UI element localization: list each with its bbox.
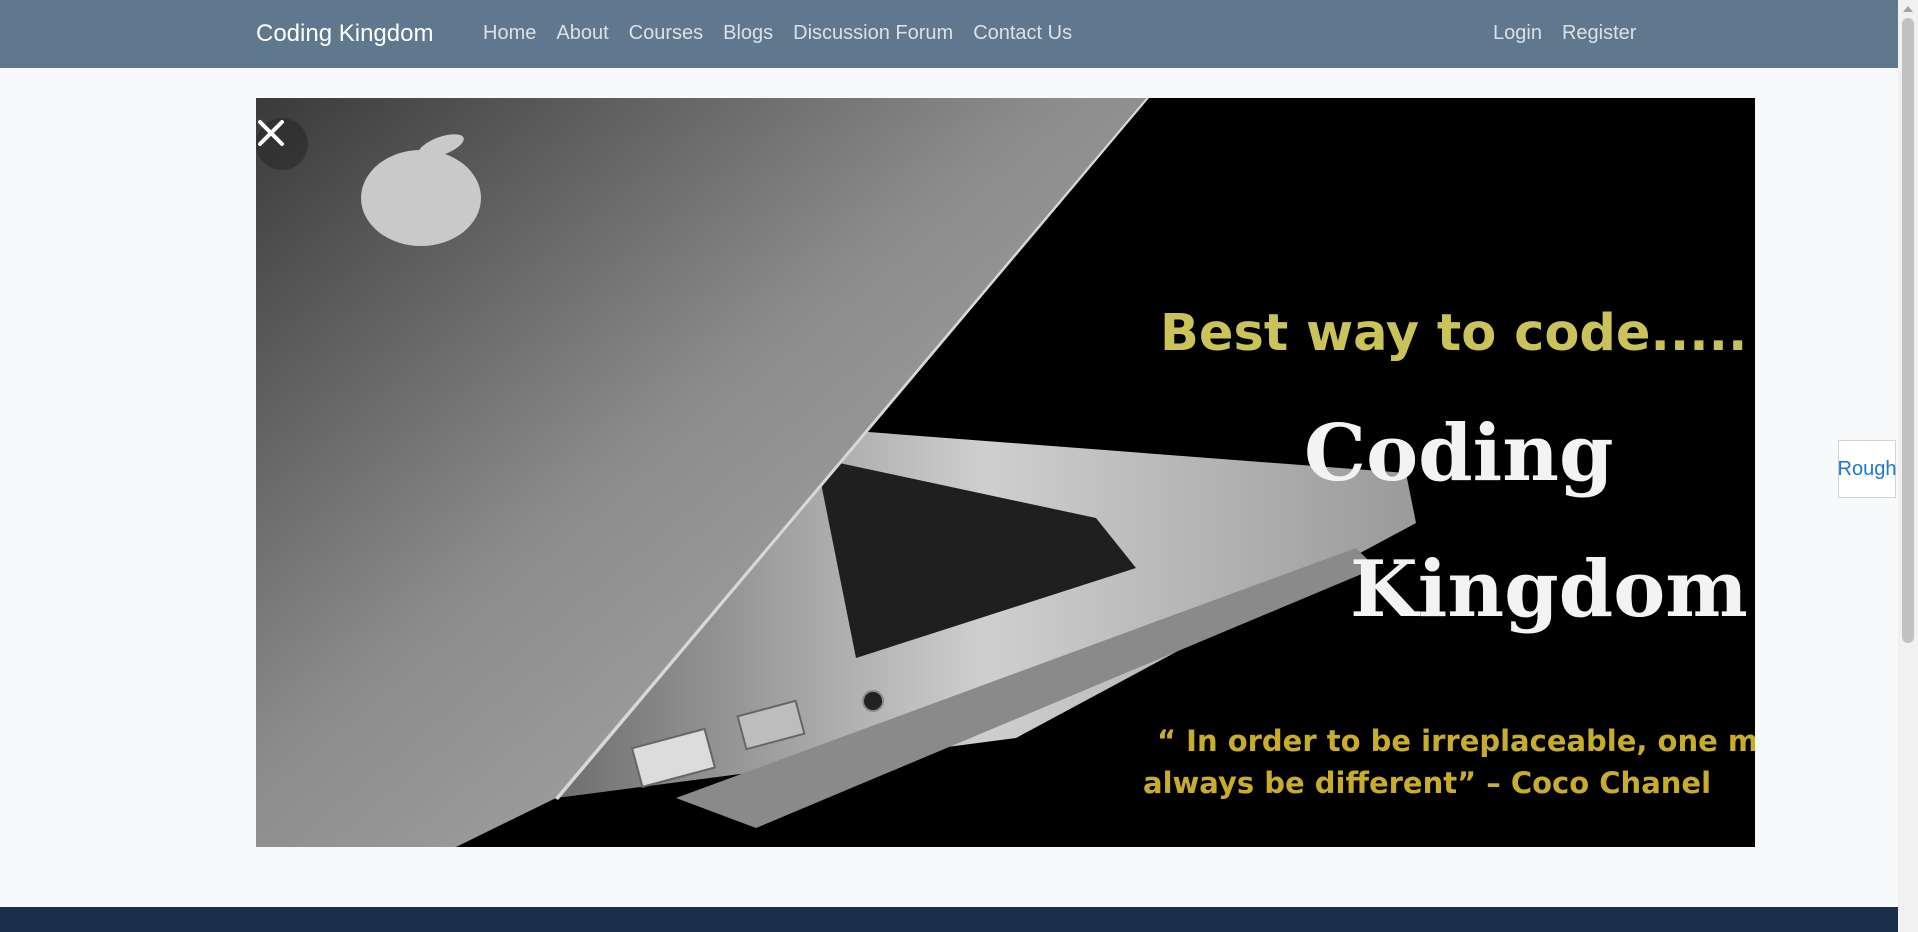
close-icon[interactable]: [256, 118, 308, 170]
nav-link-courses[interactable]: Courses: [629, 22, 703, 45]
auth-links: Login Register: [1493, 22, 1636, 45]
top-navbar: Coding Kingdom Home About Courses Blogs …: [0, 0, 1898, 68]
nav-link-contact-us[interactable]: Contact Us: [973, 22, 1072, 45]
brand-logo-link[interactable]: Coding Kingdom: [256, 20, 433, 48]
register-link[interactable]: Register: [1562, 22, 1636, 45]
page-footer: [0, 907, 1898, 932]
login-link[interactable]: Login: [1493, 22, 1542, 45]
hero-quote-line1: “ In order to be irreplaceable, one must: [1157, 724, 1755, 758]
hero-banner: Best way to code..... Coding Kingdom “ I…: [256, 98, 1755, 847]
rough-side-tab[interactable]: Rough: [1838, 440, 1896, 498]
nav-link-discussion-forum[interactable]: Discussion Forum: [793, 22, 953, 45]
nav-link-home[interactable]: Home: [483, 22, 536, 45]
hero-title-line1: Coding: [1304, 408, 1614, 499]
page-scrollbar[interactable]: [1898, 0, 1918, 932]
nav-links: Home About Courses Blogs Discussion Foru…: [483, 22, 1072, 45]
hero-quote-line2: always be different” – Coco Chanel: [1143, 766, 1712, 800]
hero-tagline: Best way to code.....: [1160, 304, 1748, 363]
scroll-thumb[interactable]: [1902, 18, 1914, 643]
nav-link-blogs[interactable]: Blogs: [723, 22, 773, 45]
nav-link-about[interactable]: About: [556, 22, 608, 45]
scroll-up-arrow-icon[interactable]: [1903, 6, 1913, 12]
hero-title-line2: Kingdom: [1350, 544, 1748, 635]
